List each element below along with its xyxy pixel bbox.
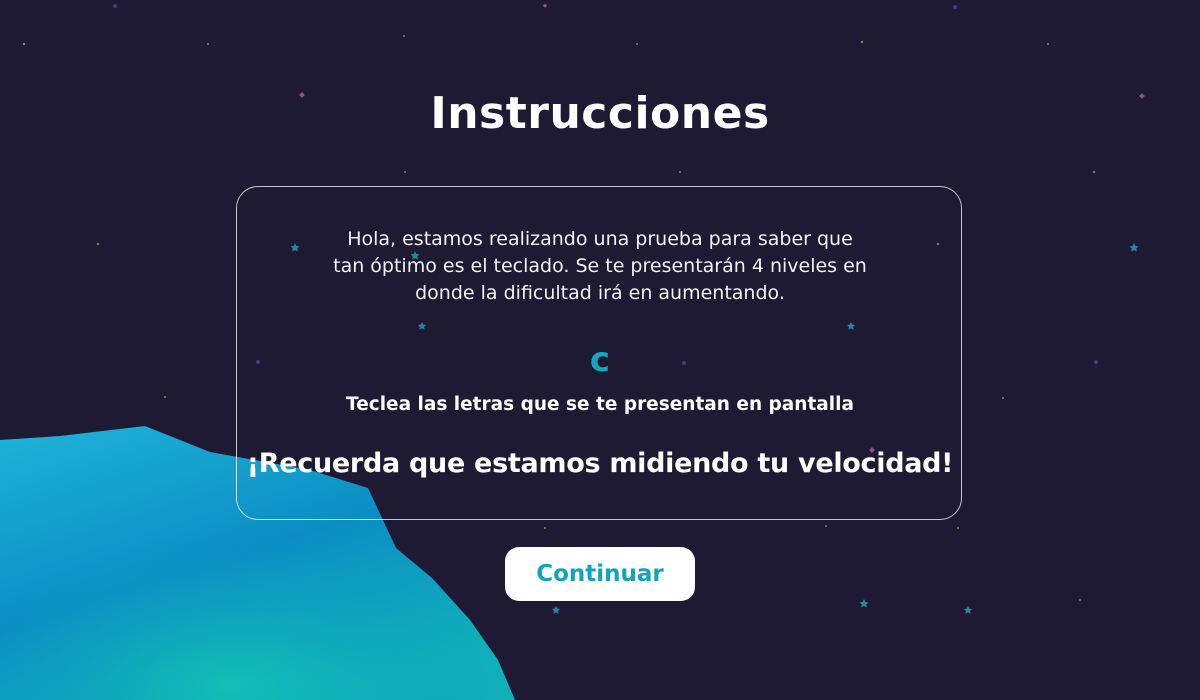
current-letter: c: [589, 340, 611, 380]
game-screen: Instrucciones Hola, estamos realizando u…: [0, 0, 1200, 700]
intro-text: Hola, estamos realizando una prueba para…: [333, 228, 867, 304]
reminder-text: ¡Recuerda que estamos midiendo tu veloci…: [246, 448, 954, 479]
continue-button[interactable]: Continuar: [505, 547, 695, 601]
page-title: Instrucciones: [430, 88, 770, 139]
instruction-text: Teclea las letras que se te presentan en…: [346, 394, 854, 415]
